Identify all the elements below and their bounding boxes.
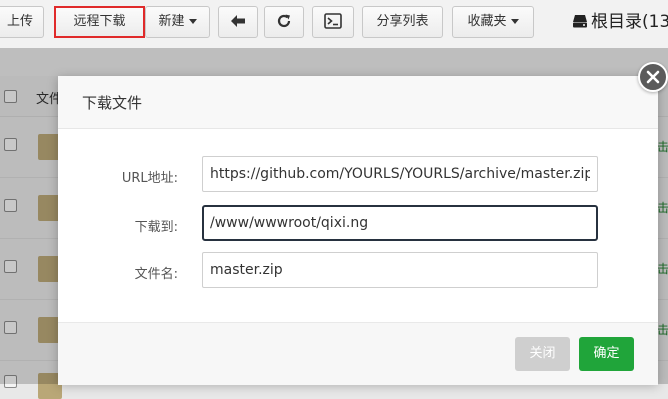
- filename-input[interactable]: [202, 252, 598, 288]
- filename-label: 文件名:: [134, 267, 178, 282]
- favorites-dropdown-button[interactable]: 收藏夹: [452, 6, 534, 38]
- favorites-label: 收藏夹: [467, 14, 507, 29]
- upload-button[interactable]: 上传: [0, 6, 44, 38]
- close-icon: [646, 70, 660, 84]
- dialog-header: 下载文件: [58, 76, 658, 129]
- new-button-label: 新建: [158, 14, 185, 29]
- arrow-left-icon: [231, 14, 245, 27]
- new-dropdown-button[interactable]: 新建: [145, 6, 210, 38]
- confirm-button[interactable]: 确定: [579, 337, 634, 371]
- close-dialog-button[interactable]: 关闭: [515, 337, 570, 371]
- terminal-button[interactable]: [312, 6, 354, 38]
- caret-down-icon: [510, 19, 519, 24]
- terminal-icon: [324, 12, 342, 29]
- current-path[interactable]: 根目录(13: [572, 8, 668, 36]
- destination-label: 下载到:: [134, 220, 178, 235]
- refresh-button[interactable]: [264, 6, 304, 38]
- download-file-dialog: 下载文件 URL地址: 下载到: 文件名: 关闭 确定: [58, 76, 658, 385]
- dialog-footer: 关闭 确定: [58, 322, 658, 385]
- url-label: URL地址:: [121, 171, 178, 186]
- remote-download-label: 远程下载: [73, 14, 126, 29]
- toolbar: 上传 远程下载 新建 分享列表 收藏夹 根目录(13: [0, 0, 668, 48]
- path-label: 根目录(13: [591, 12, 668, 32]
- share-list-label: 分享列表: [376, 14, 429, 29]
- destination-input[interactable]: [202, 205, 598, 241]
- refresh-icon: [277, 14, 291, 27]
- hard-drive-icon: [573, 14, 587, 27]
- remote-download-button[interactable]: 远程下载: [54, 6, 145, 38]
- dialog-close-button[interactable]: [638, 62, 668, 92]
- dialog-title: 下载文件: [82, 94, 143, 112]
- share-list-button[interactable]: 分享列表: [362, 6, 443, 38]
- url-input[interactable]: [202, 156, 598, 192]
- back-button[interactable]: [218, 6, 258, 38]
- caret-down-icon: [188, 19, 197, 24]
- upload-button-label: 上传: [6, 14, 33, 29]
